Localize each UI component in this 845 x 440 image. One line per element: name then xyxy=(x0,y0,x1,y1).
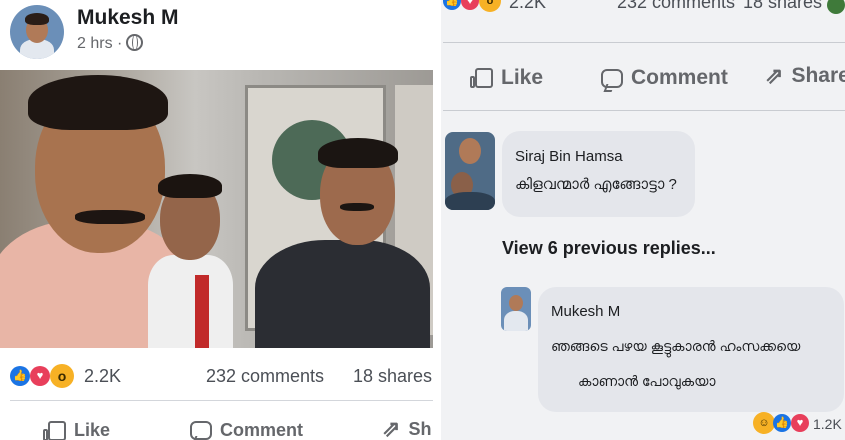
wow-reaction-icon: o xyxy=(479,0,501,12)
divider xyxy=(443,110,845,111)
reply-author-name[interactable]: Mukesh M xyxy=(551,303,620,320)
share-button[interactable]: ⇗ Share xyxy=(765,64,845,88)
reply-author-avatar[interactable] xyxy=(501,287,531,331)
shares-count[interactable]: 18 shares xyxy=(353,366,432,387)
love-reaction-icon: ♥ xyxy=(791,414,809,432)
comment-button[interactable]: Comment xyxy=(601,66,728,90)
like-label: Like xyxy=(501,66,544,89)
reaction-count: 2.2K xyxy=(84,366,122,386)
like-button[interactable]: Like xyxy=(43,420,111,440)
comment-button[interactable]: Comment xyxy=(190,420,303,440)
comment-label: Comment xyxy=(220,420,304,440)
commenter-avatar[interactable] xyxy=(445,132,495,210)
author-name[interactable]: Mukesh M xyxy=(77,6,179,30)
globe-icon xyxy=(126,34,144,51)
reply-bubble[interactable]: Mukesh M ഞങ്ങടെ പഴയ കൂട്ടുകാരൻ ഹംസക്കയെ … xyxy=(538,287,844,412)
love-reaction-icon: ♥ xyxy=(461,0,479,10)
shares-count[interactable]: 18 shares xyxy=(743,0,822,13)
comment-icon xyxy=(601,68,623,88)
like-reaction-icon: 👍 xyxy=(10,366,30,386)
share-icon: ⇗ xyxy=(765,63,784,88)
post-photo[interactable] xyxy=(0,70,433,348)
profile-thumb-icon xyxy=(827,0,845,14)
reply-text-line2: കാണാൻ പോവുകയാ xyxy=(578,373,716,389)
love-reaction-icon: ♥ xyxy=(30,366,50,386)
right-post-screenshot: 👍 ♥ o 2.2K 232 comments 18 shares Like C… xyxy=(441,0,845,440)
like-button[interactable]: Like xyxy=(470,66,544,90)
view-previous-replies-link[interactable]: View 6 previous replies... xyxy=(502,238,716,259)
reply-text-line1: ഞങ്ങടെ പഴയ കൂട്ടുകാരൻ ഹംസക്കയെ xyxy=(551,338,801,354)
share-label: Share xyxy=(791,64,845,87)
haha-reaction-icon: ☺ xyxy=(753,412,775,434)
share-icon: ⇗ xyxy=(382,416,401,440)
post-time-text: 2 hrs · xyxy=(77,35,123,52)
comments-count[interactable]: 232 comments xyxy=(206,366,324,387)
like-label: Like xyxy=(74,420,111,440)
comment-label: Comment xyxy=(631,66,728,89)
wow-reaction-icon: o xyxy=(50,364,74,388)
left-post-screenshot: Mukesh M 2 hrs · 👍 ♥ o 2.2K 232 comments… xyxy=(0,0,433,440)
reply-reaction-count: 1.2K xyxy=(813,416,842,432)
share-label: Sh xyxy=(408,418,432,439)
like-reaction-icon: 👍 xyxy=(773,414,791,432)
comment-text: കിളവന്മാർ എങ്ങോട്ടാ ? xyxy=(515,176,677,193)
post-time: 2 hrs · xyxy=(77,34,144,53)
thumbs-up-icon xyxy=(43,420,66,440)
comment-bubble[interactable]: Siraj Bin Hamsa കിളവന്മാർ എങ്ങോട്ടാ ? xyxy=(502,131,695,217)
comments-count[interactable]: 232 comments xyxy=(617,0,735,13)
thumbs-up-icon xyxy=(470,68,493,88)
reaction-count: 2.2K xyxy=(509,0,547,12)
panel-gap xyxy=(433,0,441,440)
like-reaction-icon: 👍 xyxy=(443,0,461,10)
comment-icon xyxy=(190,421,212,440)
divider xyxy=(10,400,433,401)
author-avatar[interactable] xyxy=(10,5,64,59)
divider xyxy=(443,42,845,43)
share-button[interactable]: ⇗ Sh xyxy=(382,418,431,440)
commenter-name[interactable]: Siraj Bin Hamsa xyxy=(515,148,623,165)
